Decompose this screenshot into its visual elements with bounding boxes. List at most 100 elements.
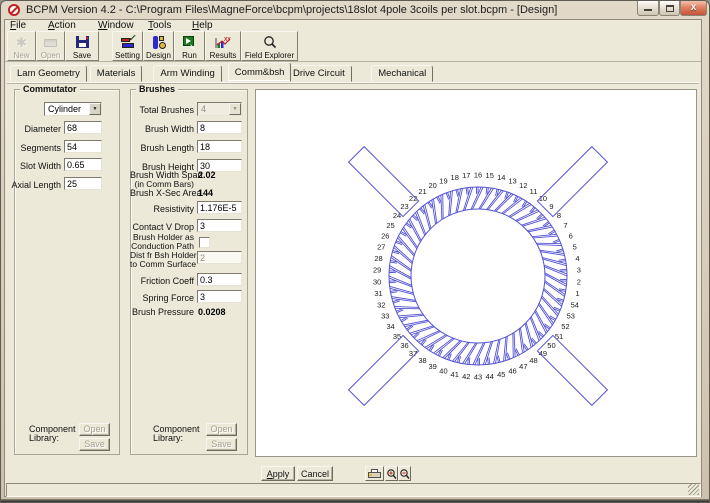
commutator-library-save-button[interactable]: Save: [79, 438, 110, 451]
segment-number: 14: [497, 173, 505, 182]
close-icon: x: [681, 2, 706, 13]
client-area: FileActionWindowToolsHelp ✱NewOpenSave✓S…: [4, 19, 702, 497]
print-icon-light: [369, 474, 372, 476]
brush-xsec-label: Brush X-Sec Area: [130, 188, 194, 198]
field-explorer-toolbar-button[interactable]: Field Explorer: [241, 31, 298, 61]
resistivity-field[interactable]: 1.176E-5: [197, 201, 242, 214]
resize-grip-icon[interactable]: [688, 484, 699, 495]
close-button[interactable]: x: [680, 1, 707, 16]
total-brushes-value: 4: [201, 104, 206, 114]
commutator-type-select[interactable]: Cylinder ▼: [44, 102, 102, 116]
zoom-in-button[interactable]: [385, 466, 398, 481]
segment-number: 15: [486, 171, 494, 180]
contact-v-drop-field[interactable]: 3: [197, 219, 242, 232]
segment-number: 25: [386, 221, 394, 230]
resistivity-label: Resistivity: [130, 204, 194, 214]
minimize-button[interactable]: [637, 1, 659, 16]
app-window: BCPM Version 4.2 - C:\Program Files\Magn…: [0, 0, 710, 503]
menu-item-file[interactable]: File: [10, 20, 26, 31]
tab-drive-circuit[interactable]: Drive Circuit: [286, 65, 352, 82]
cancel-button[interactable]: Cancel: [297, 466, 333, 481]
new-toolbar-label: New: [8, 51, 35, 60]
segment-number: 43: [474, 373, 482, 382]
friction-coeff-field[interactable]: 0.3: [197, 273, 242, 286]
brush-length-field[interactable]: 18: [197, 140, 242, 153]
maximize-button[interactable]: [659, 1, 680, 16]
total-brushes-label: Total Brushes: [130, 105, 194, 115]
segment-number: 13: [508, 177, 516, 186]
print-button[interactable]: [365, 466, 384, 481]
brush-holder-checkbox[interactable]: [199, 237, 210, 248]
dist-holder-field: 2: [197, 251, 242, 264]
run-toolbar-label: Run: [175, 51, 204, 60]
segment-number: 11: [530, 187, 538, 196]
segment-number: 39: [428, 362, 436, 371]
axial-length-label: Axial Length: [5, 180, 61, 190]
menu-item-window[interactable]: Window: [98, 20, 134, 31]
tab-mechanical[interactable]: Mechanical: [371, 65, 433, 82]
open-icon: [37, 34, 64, 50]
segment-number: 18: [451, 173, 459, 182]
results-toolbar-button[interactable]: XYResults: [205, 31, 241, 61]
tab-arm-winding[interactable]: Arm Winding: [153, 65, 221, 82]
segments-field[interactable]: 54: [64, 140, 102, 153]
open-toolbar-label: Open: [37, 51, 64, 60]
segment-number: 5: [573, 243, 577, 252]
commutator-type-value: Cylinder: [48, 104, 81, 114]
brushes-library-save-button[interactable]: Save: [206, 438, 237, 451]
segment-number: 29: [373, 266, 381, 275]
spring-force-field[interactable]: 3: [197, 290, 242, 303]
apply-button[interactable]: Apply: [261, 466, 295, 481]
slot-width-label: Slot Width: [5, 161, 61, 171]
axial-length-field[interactable]: 25: [64, 177, 102, 190]
svg-text:XY: XY: [224, 37, 231, 43]
maximize-icon: [666, 5, 674, 12]
brushes-library-open-button[interactable]: Open: [206, 423, 237, 436]
segment-number: 19: [439, 177, 447, 186]
brush-length-label: Brush Length: [130, 143, 194, 153]
field-explorer-icon: [242, 34, 297, 50]
run-toolbar-button[interactable]: Run: [174, 31, 205, 61]
menu-item-action[interactable]: Action: [48, 20, 76, 31]
chevron-down-icon[interactable]: ▼: [89, 103, 101, 115]
menu-item-tools[interactable]: Tools: [148, 20, 171, 31]
brush-width-span-value: 2.02: [198, 170, 216, 180]
new-icon: ✱: [8, 34, 35, 50]
brushes-legend: Brushes: [136, 84, 178, 94]
design-toolbar-button[interactable]: Design: [143, 31, 174, 61]
field-explorer-toolbar-label: Field Explorer: [242, 51, 297, 60]
brush-width-field[interactable]: 8: [197, 121, 242, 134]
setting-toolbar-button[interactable]: ✓Setting: [112, 31, 143, 61]
title-bar[interactable]: BCPM Version 4.2 - C:\Program Files\Magn…: [1, 1, 709, 19]
tab-lam-geometry[interactable]: Lam Geometry: [10, 65, 87, 82]
segment-number: 40: [439, 366, 447, 375]
brushes-library-label-2: Library:: [153, 433, 203, 443]
slot-width-field[interactable]: 0.65: [64, 158, 102, 171]
setting-toolbar-label: Setting: [113, 51, 142, 60]
diameter-field[interactable]: 68: [64, 121, 102, 134]
segment-number: 53: [567, 312, 575, 321]
tab-comm-bsh[interactable]: Comm&bsh: [228, 62, 292, 82]
results-icon: XY: [206, 34, 240, 50]
chevron-down-icon: ▼: [229, 103, 241, 115]
design-icon: [144, 34, 173, 50]
segment-number: 34: [386, 322, 394, 331]
segment-number: 36: [400, 341, 408, 350]
toolbar: ✱NewOpenSave ✓SettingDesignRunXYResultsFi…: [5, 31, 701, 62]
commutator-library-open-button[interactable]: Open: [79, 423, 110, 436]
spring-force-label: Spring Force: [130, 293, 194, 303]
segment-number: 9: [549, 202, 553, 211]
brush-pressure-value: 0.0208: [198, 307, 226, 317]
segment-number: 45: [497, 370, 505, 379]
commutator-diagram-canvas: 1234567891011121314151617181920212223242…: [255, 89, 697, 457]
diameter-label: Diameter: [5, 124, 61, 134]
tab-materials[interactable]: Materials: [90, 65, 143, 82]
zoom-out-button[interactable]: [398, 466, 411, 481]
menu-item-help[interactable]: Help: [192, 20, 213, 31]
save-toolbar-button[interactable]: Save: [65, 31, 99, 61]
segment-number: 1: [575, 289, 579, 298]
segment-number: 7: [563, 221, 567, 230]
total-brushes-select[interactable]: 4 ▼: [197, 102, 242, 116]
brush-rect: [537, 147, 607, 217]
segment-number: 51: [555, 332, 563, 341]
